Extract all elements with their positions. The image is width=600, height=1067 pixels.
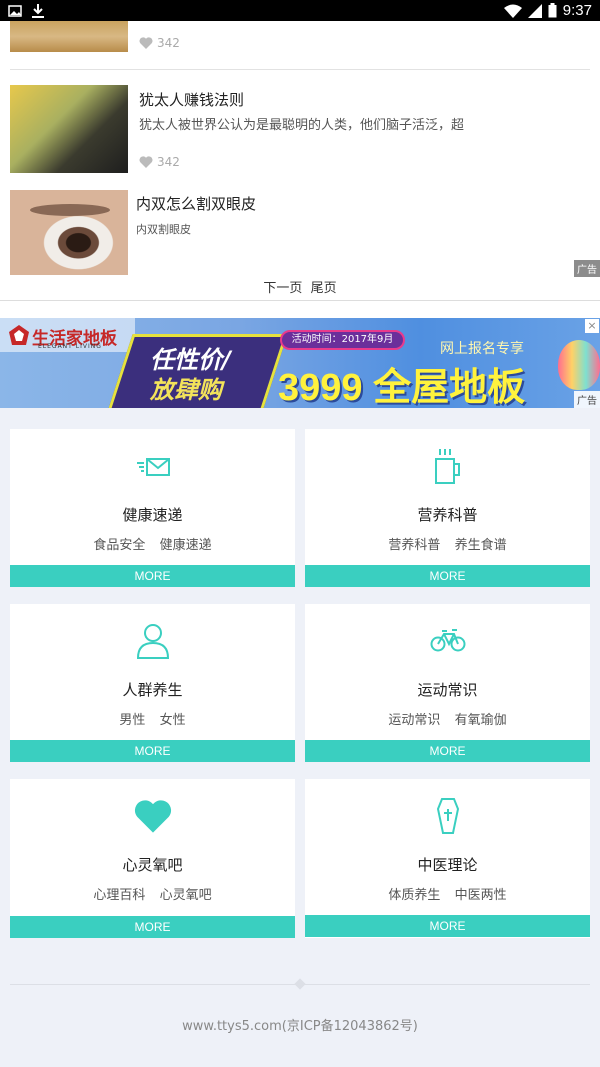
category-title[interactable]: 运动常识	[305, 679, 590, 700]
category-card-health-news[interactable]: 健康速递 食品安全 健康速递 MORE	[10, 429, 295, 587]
article-title[interactable]: 犹太人赚钱法则	[139, 89, 244, 110]
article-list: 342 犹太人赚钱法则 犹太人被世界公认为是最聪明的人类，他们脑子活泛，超 34…	[0, 21, 600, 300]
ad-title[interactable]: 内双怎么割双眼皮	[136, 193, 256, 214]
category-tag-link[interactable]: 有氧瑜伽	[455, 713, 507, 728]
category-title[interactable]: 心灵氧吧	[10, 854, 295, 875]
category-tag-link[interactable]: 男性	[119, 713, 145, 728]
heart-icon	[139, 37, 153, 49]
article-thumbnail[interactable]	[10, 85, 128, 173]
category-card-sports[interactable]: 运动常识 运动常识 有氧瑜伽 MORE	[305, 604, 590, 762]
divider	[10, 69, 590, 70]
last-page-link[interactable]: 尾页	[311, 281, 337, 296]
category-tags: 心理百科 心灵氧吧	[10, 884, 295, 903]
more-button[interactable]: MORE	[10, 740, 295, 762]
category-tag-link[interactable]: 营养科普	[388, 538, 440, 553]
status-time: 9:37	[562, 2, 592, 19]
battery-icon	[548, 3, 557, 18]
pagination: 下一页 尾页	[0, 277, 600, 296]
bicycle-icon	[430, 629, 465, 652]
ad-badge: 广告	[574, 391, 600, 408]
ad-badge: 广告	[574, 260, 600, 277]
person-icon	[136, 624, 169, 659]
category-tag-link[interactable]: 心灵氧吧	[160, 888, 212, 903]
brand-emblem-icon	[9, 325, 29, 345]
like-count[interactable]: 342	[139, 36, 180, 50]
banner-ad[interactable]: 生活家地板 ELEGANT LIVING 任性价/ 放肆购 活动时间：2017年…	[0, 318, 600, 408]
like-count-value: 342	[157, 155, 180, 169]
promo-price: 3999 全屋地板	[278, 367, 526, 408]
category-tag-link[interactable]: 食品安全	[93, 538, 145, 553]
category-tag-link[interactable]: 养生食谱	[455, 538, 507, 553]
category-tag-link[interactable]: 心理百科	[93, 888, 145, 903]
more-button[interactable]: MORE	[10, 565, 295, 587]
category-card-mind[interactable]: 心灵氧吧 心理百科 心灵氧吧 MORE	[10, 779, 295, 938]
like-count-value: 342	[157, 36, 180, 50]
category-title[interactable]: 营养科普	[305, 504, 590, 525]
image-icon	[8, 4, 22, 17]
category-tags: 运动常识 有氧瑜伽	[305, 709, 590, 728]
category-card-population[interactable]: 人群养生 男性 女性 MORE	[10, 604, 295, 762]
download-icon	[32, 3, 44, 18]
divider	[0, 300, 600, 318]
ad-description: 内双割眼皮	[136, 223, 191, 236]
next-page-link[interactable]: 下一页	[263, 281, 302, 296]
coffin-icon	[436, 798, 459, 834]
category-tags: 男性 女性	[10, 709, 295, 728]
category-title[interactable]: 中医理论	[305, 854, 590, 875]
signal-icon	[527, 3, 542, 18]
heart-icon	[139, 156, 153, 168]
like-count[interactable]: 342	[139, 155, 180, 169]
category-tag-link[interactable]: 体质养生	[388, 888, 440, 903]
article-description: 犹太人被世界公认为是最聪明的人类，他们脑子活泛，超	[139, 118, 465, 133]
wifi-icon	[503, 4, 522, 18]
cup-icon	[434, 449, 460, 484]
close-ad-button[interactable]: ×	[585, 319, 599, 333]
category-tag-link[interactable]: 女性	[160, 713, 186, 728]
ad-thumbnail[interactable]	[10, 190, 128, 275]
category-title[interactable]: 健康速递	[10, 504, 295, 525]
footer-divider-ornament	[294, 978, 306, 990]
envelope-icon	[136, 458, 170, 476]
more-button[interactable]: MORE	[305, 740, 590, 762]
balloon-icon	[558, 340, 600, 390]
footer-copyright: www.ttys5.com(京ICP备12043862号)	[182, 1019, 418, 1034]
category-tags: 食品安全 健康速递	[10, 534, 295, 553]
category-card-tcm[interactable]: 中医理论 体质养生 中医两性 MORE	[305, 779, 590, 938]
category-tag-link[interactable]: 运动常识	[388, 713, 440, 728]
category-tag-link[interactable]: 中医两性	[455, 888, 507, 903]
category-tags: 营养科普 养生食谱	[305, 534, 590, 553]
signup-label: 网上报名专享	[440, 341, 524, 357]
more-button[interactable]: MORE	[10, 916, 295, 938]
more-button[interactable]: MORE	[305, 915, 590, 937]
category-card-nutrition[interactable]: 营养科普 营养科普 养生食谱 MORE	[305, 429, 590, 587]
heart-icon	[134, 800, 171, 833]
article-thumbnail[interactable]	[10, 21, 128, 52]
category-title[interactable]: 人群养生	[10, 679, 295, 700]
slogan-line: 放肆购	[150, 376, 222, 404]
category-tag-link[interactable]: 健康速递	[160, 538, 212, 553]
more-button[interactable]: MORE	[305, 565, 590, 587]
category-tags: 体质养生 中医两性	[305, 884, 590, 903]
status-bar: 9:37	[0, 0, 600, 21]
promo-date: 活动时间：2017年9月	[280, 330, 405, 350]
brand-subtitle: ELEGANT LIVING	[38, 343, 102, 350]
